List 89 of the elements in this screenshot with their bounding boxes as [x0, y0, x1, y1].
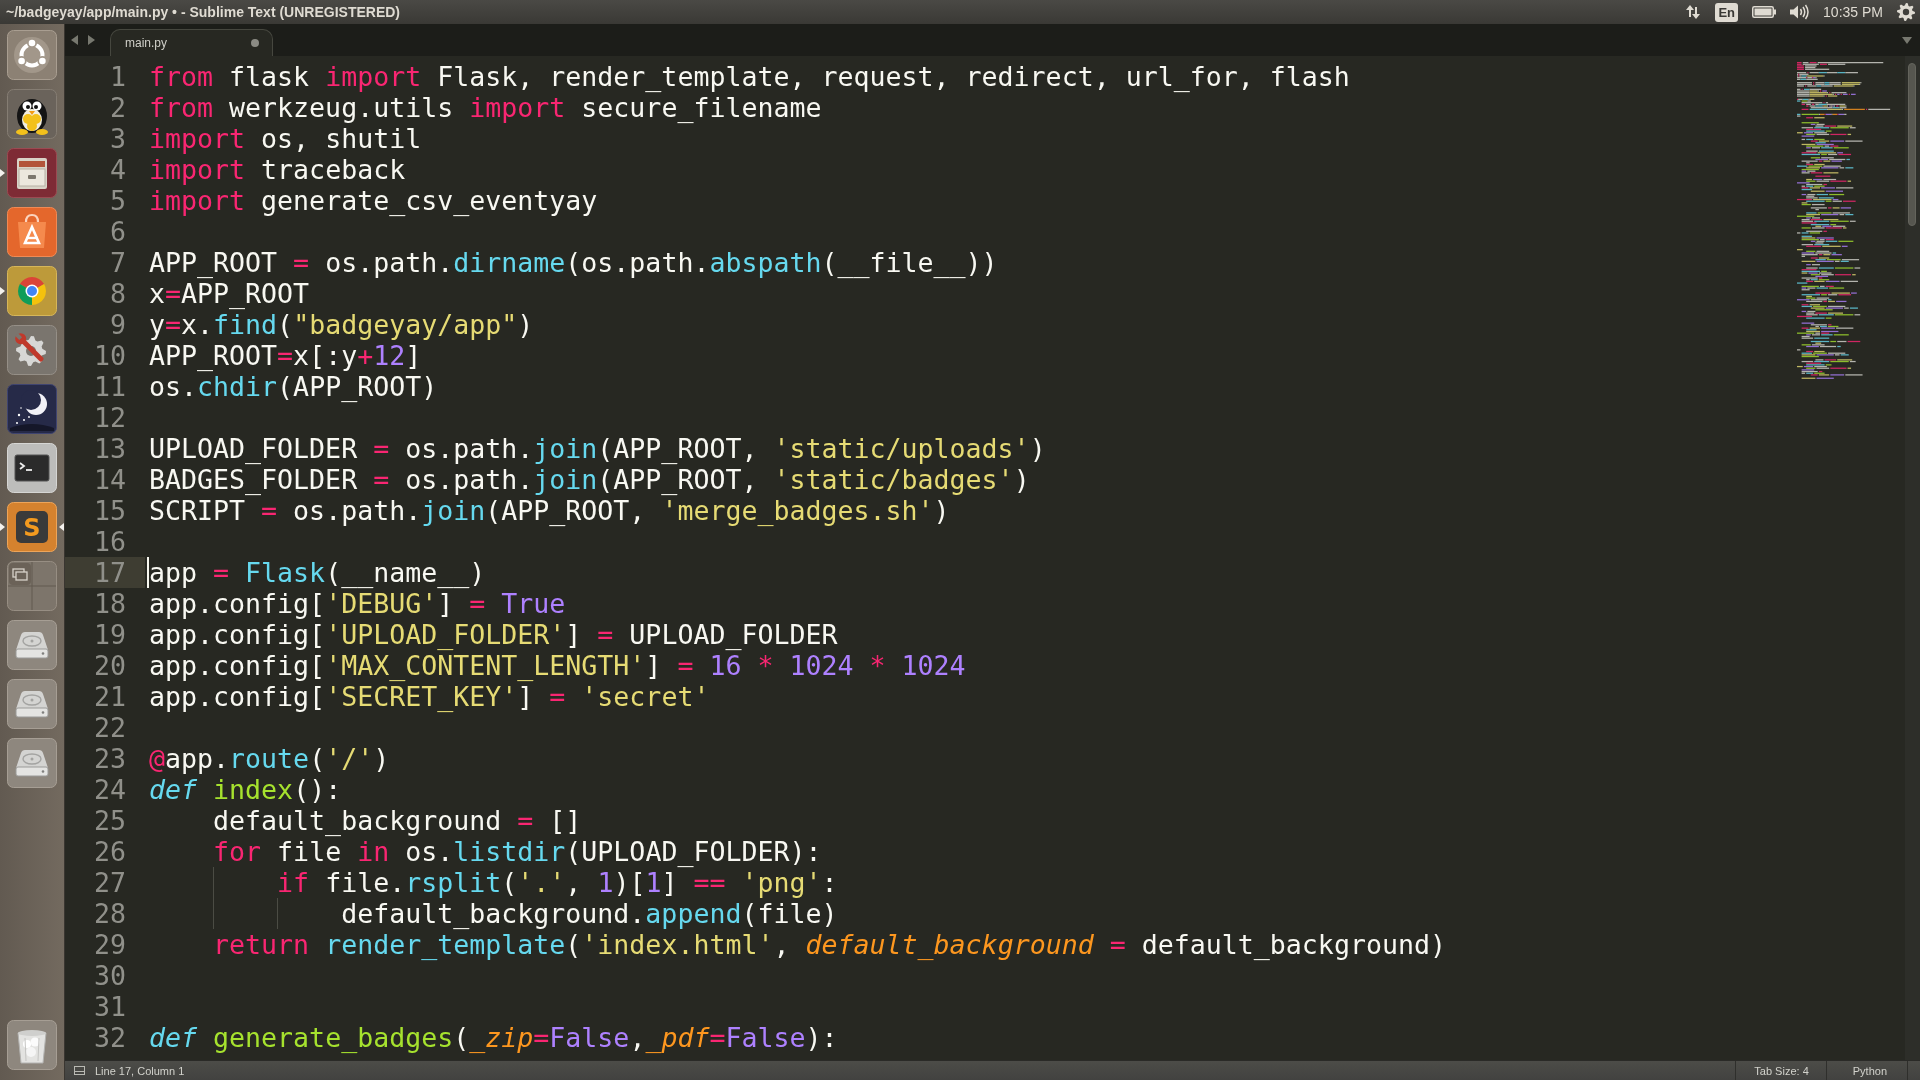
line-number: 14: [92, 464, 127, 495]
dropdown-arrow-icon[interactable]: [1902, 36, 1912, 44]
hard-drive-icon[interactable]: [7, 620, 57, 670]
code-line: import os, shutil: [149, 123, 422, 154]
code-line: return render_template('index.html', default_background = default_background): [212, 929, 1446, 960]
line-number: 24: [92, 774, 127, 805]
code-line: from flask import Flask, render_template, request, redirect, url_for, flash: [149, 61, 1350, 92]
code-line: y=x.find("badgeyay/app"): [149, 309, 534, 340]
line-number: 20: [92, 650, 127, 681]
cursor-position: Line 17, Column 1: [95, 1064, 185, 1077]
code-line: APP_ROOT = os.path.dirname(os.path.abspath(__file__)): [149, 247, 998, 278]
right-arrow-icon[interactable]: [88, 35, 95, 45]
text-cursor: [147, 557, 149, 588]
speaker-icon[interactable]: [1790, 4, 1810, 20]
line-number: 25: [92, 805, 127, 836]
code-line: from werkzeug.utils import secure_filename: [149, 92, 822, 123]
line-number: 10: [92, 340, 127, 371]
line-number: 18: [92, 588, 127, 619]
line-number: 27: [92, 867, 127, 898]
line-number: 31: [92, 991, 127, 1022]
code-line: for file in os.listdir(UPLOAD_FOLDER):: [212, 836, 822, 867]
code-line: if file.rsplit('.', 1)[1] == 'png':: [149, 867, 838, 898]
code-line: app.config['DEBUG'] = True: [149, 588, 566, 619]
panel-toggle-icon[interactable]: [74, 1066, 85, 1075]
line-number: 17: [65, 557, 145, 588]
ring-dots-icon[interactable]: [7, 30, 57, 80]
line-number: 16: [92, 526, 127, 557]
line-number: 23: [92, 743, 127, 774]
code-line: app.config['UPLOAD_FOLDER'] = UPLOAD_FOLDER: [149, 619, 838, 650]
gear-icon[interactable]: [1897, 3, 1915, 21]
line-number: 32: [92, 1022, 127, 1053]
line-number: 22: [92, 712, 127, 743]
left-arrow-icon[interactable]: [71, 35, 78, 45]
battery-icon[interactable]: [1752, 6, 1777, 18]
line-number: 2: [109, 92, 127, 123]
penguin-icon[interactable]: [7, 89, 57, 139]
line-number: 30: [92, 960, 127, 991]
code-line: os.chdir(APP_ROOT): [149, 371, 438, 402]
workspace-grid-icon[interactable]: [7, 561, 57, 611]
line-number: 5: [109, 185, 127, 216]
code-line: app = Flask(__name__): [149, 557, 486, 588]
line-number: 19: [92, 619, 127, 650]
code-line: BADGES_FOLDER = os.path.join(APP_ROOT, 'static/badges'): [149, 464, 1030, 495]
syntax-selector[interactable]: Python: [1825, 1061, 1908, 1080]
line-number: 12: [92, 402, 127, 433]
code-line: app.config['SECRET_KEY'] = 'secret': [149, 681, 710, 712]
clock-time[interactable]: 10:35 PM: [1823, 4, 1883, 20]
code-line: def index():: [149, 774, 342, 805]
terminal-icon[interactable]: [7, 443, 57, 493]
shopping-bag-icon[interactable]: [7, 207, 57, 257]
code-line: SCRIPT = os.path.join(APP_ROOT, 'merge_badges.sh'): [149, 495, 950, 526]
code-line: def generate_badges(_zip=False,_pdf=False):: [149, 1022, 838, 1053]
tab-size-selector[interactable]: Tab Size: 4: [1735, 1061, 1826, 1080]
code-line: app.config['MAX_CONTENT_LENGTH'] = 16 * 1024 * 1024: [149, 650, 966, 681]
hard-drive-icon[interactable]: [7, 738, 57, 788]
hard-drive-icon[interactable]: [7, 679, 57, 729]
line-number: 6: [109, 216, 127, 247]
line-number: 15: [92, 495, 127, 526]
line-number: 1: [109, 61, 127, 92]
line-number: 9: [109, 309, 127, 340]
line-number: 29: [92, 929, 127, 960]
trash-icon[interactable]: [7, 1020, 57, 1070]
code-line: import traceback: [149, 154, 406, 185]
editor-tab[interactable]: main.py: [110, 29, 273, 56]
scrollbar-thumb[interactable]: [1908, 63, 1916, 226]
line-number: 26: [92, 836, 127, 867]
gear-wrench-icon[interactable]: [7, 325, 57, 375]
keyboard-layout-indicator[interactable]: En: [1715, 2, 1739, 22]
code-line: UPLOAD_FOLDER = os.path.join(APP_ROOT, 'static/uploads'): [149, 433, 1046, 464]
line-number: 11: [92, 371, 127, 402]
s-logo-icon[interactable]: S: [7, 502, 57, 552]
code-line: APP_ROOT=x[:y+12]: [149, 340, 422, 371]
moon-stars-icon[interactable]: [7, 384, 57, 434]
up-down-arrows-icon[interactable]: [1685, 4, 1702, 20]
file-cabinet-icon[interactable]: [7, 148, 57, 198]
unsaved-dot-icon[interactable]: [251, 39, 259, 47]
line-number: 7: [109, 247, 127, 278]
window-title: ~/badgeyay/app/main.py • - Sublime Text (UNREGISTERED): [6, 4, 400, 20]
code-line: default_background = []: [212, 805, 582, 836]
code-line: x=APP_ROOT: [149, 278, 310, 309]
line-number: 4: [109, 154, 127, 185]
line-number: 13: [92, 433, 127, 464]
line-number: 28: [92, 898, 127, 929]
line-number: 3: [109, 123, 127, 154]
line-number: 8: [109, 278, 127, 309]
line-number: 21: [92, 681, 127, 712]
code-line: import generate_csv_eventyay: [149, 185, 598, 216]
code-line: @app.route('/'): [149, 743, 390, 774]
code-line: default_background.append(file): [149, 898, 838, 929]
